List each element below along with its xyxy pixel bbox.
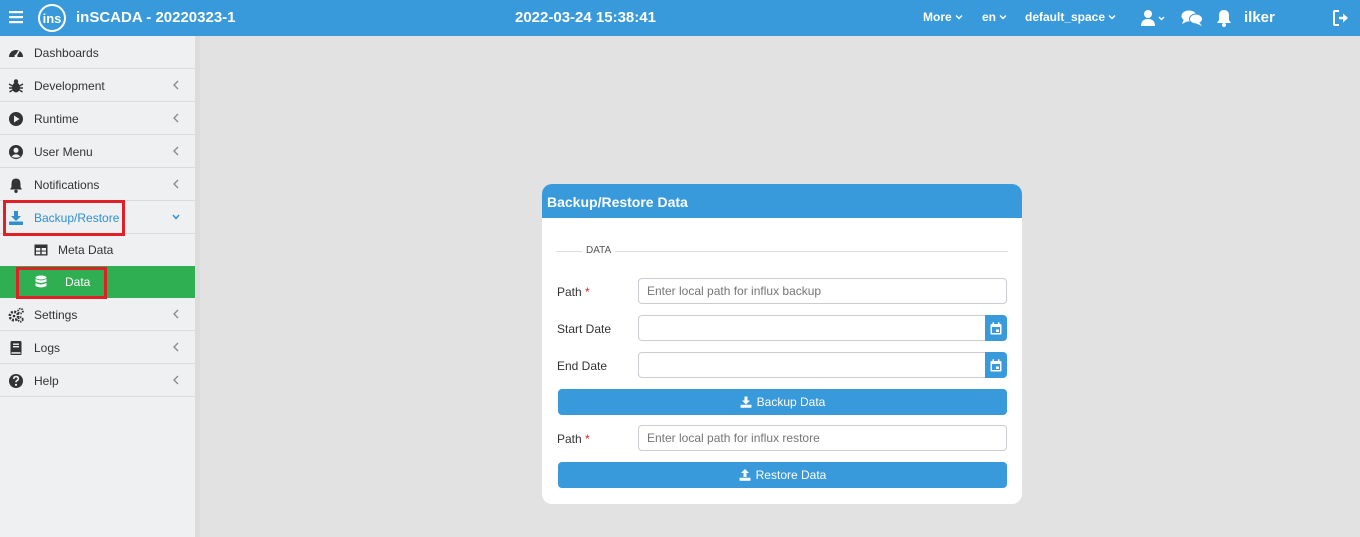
database-icon [35,275,47,288]
bell-icon [10,178,22,193]
current-datetime: 2022-03-24 15:38:41 [515,9,656,26]
chevron-down-icon [955,15,963,20]
comments-icon [1181,10,1203,26]
calendar-icon [990,358,1002,371]
svg-text:ins: ins [43,11,62,26]
backup-restore-card: Backup/Restore Data DATA Path * Start Da… [542,184,1022,504]
hamburger-menu-icon[interactable] [8,9,24,25]
download-icon [740,396,752,408]
restore-path-label: Path * [557,432,590,446]
language-label: en [982,10,997,24]
bug-icon [8,79,24,93]
sidebar-item-settings[interactable]: Settings [0,298,195,331]
path-label-text: Path [557,432,582,446]
required-marker: * [585,432,590,446]
bell-icon [1217,10,1231,27]
language-menu[interactable]: en [982,10,1007,24]
chat-button[interactable] [1181,9,1203,27]
path-label-text: Path [557,285,582,299]
sidebar-item-label: Dashboards [34,46,99,60]
end-date-label: End Date [557,359,608,373]
runtime-icon [9,112,23,126]
restore-data-button[interactable]: Restore Data [558,462,1007,488]
sidebar-item-runtime[interactable]: Runtime [0,102,195,135]
user-icon [1141,10,1165,26]
user-circle-icon [9,145,23,159]
sidebar-subitem-label: Meta Data [58,243,114,257]
user-menu-button[interactable] [1140,9,1166,27]
more-menu-label: More [923,10,952,24]
space-label: default_space [1025,10,1106,24]
sidebar-item-help[interactable]: Help [0,364,195,397]
end-date-calendar-button[interactable] [985,352,1007,378]
more-menu[interactable]: More [923,10,963,24]
sidebar-item-label: Runtime [34,112,79,126]
gears-icon [8,307,24,323]
sidebar-subitem-data[interactable]: Data [0,266,195,298]
restore-path-input[interactable] [638,425,1007,451]
notifications-button[interactable] [1216,9,1232,27]
download-icon [9,211,23,225]
sidebar-item-label: Backup/Restore [34,211,120,225]
sidebar-item-label: Help [34,374,59,388]
question-circle-icon [9,374,23,388]
sidebar-item-backup-restore[interactable]: Backup/Restore [0,201,195,234]
end-date-input[interactable] [638,352,986,378]
sidebar-item-label: Development [34,79,105,93]
restore-data-label: Restore Data [755,468,827,482]
sign-out-icon [1333,10,1348,26]
start-date-calendar-button[interactable] [985,315,1007,341]
fieldset-legend: DATA [582,245,616,256]
chevron-down-icon [172,214,180,220]
backup-data-label: Backup Data [756,395,826,409]
inscada-logo[interactable]: ins [34,4,70,32]
sidebar-subitem-meta-data[interactable]: Meta Data [0,234,195,266]
chevron-left-icon [173,375,179,385]
chevron-down-icon [999,15,1007,20]
chevron-down-icon [1108,15,1116,20]
sidebar: Dashboards Development Runtime User Menu [0,36,200,537]
sidebar-item-notifications[interactable]: Notifications [0,168,195,201]
app-title: inSCADA - 20220323-1 [76,9,236,26]
table-icon [34,244,48,256]
sidebar-item-label: User Menu [34,145,93,159]
sidebar-item-development[interactable]: Development [0,69,195,102]
fieldset-divider [556,251,1008,252]
sidebar-item-label: Settings [34,308,78,322]
required-marker: * [585,285,590,299]
card-title: Backup/Restore Data [542,184,1022,218]
backup-path-label: Path * [557,285,590,299]
calendar-icon [990,321,1002,334]
chevron-left-icon [173,179,179,189]
sidebar-item-user-menu[interactable]: User Menu [0,135,195,168]
chevron-left-icon [173,342,179,352]
dashboard-icon [9,50,23,58]
chevron-left-icon [173,113,179,123]
sidebar-item-dashboards[interactable]: Dashboards [0,36,195,69]
start-date-label: Start Date [557,322,612,336]
logout-button[interactable] [1332,9,1350,27]
chevron-left-icon [173,80,179,90]
sidebar-item-label: Logs [34,341,61,355]
chevron-left-icon [173,146,179,156]
backup-path-input[interactable] [638,278,1007,304]
username[interactable]: ilker [1244,9,1275,26]
sidebar-subitem-label: Data [65,275,91,289]
sidebar-item-logs[interactable]: Logs [0,331,195,364]
start-date-input[interactable] [638,315,986,341]
sidebar-item-label: Notifications [34,178,100,192]
upload-icon [739,469,751,481]
chevron-left-icon [173,309,179,319]
backup-data-button[interactable]: Backup Data [558,389,1007,415]
space-menu[interactable]: default_space [1025,10,1116,24]
book-icon [10,341,22,355]
top-bar: ins inSCADA - 20220323-1 2022-03-24 15:3… [0,0,1360,36]
